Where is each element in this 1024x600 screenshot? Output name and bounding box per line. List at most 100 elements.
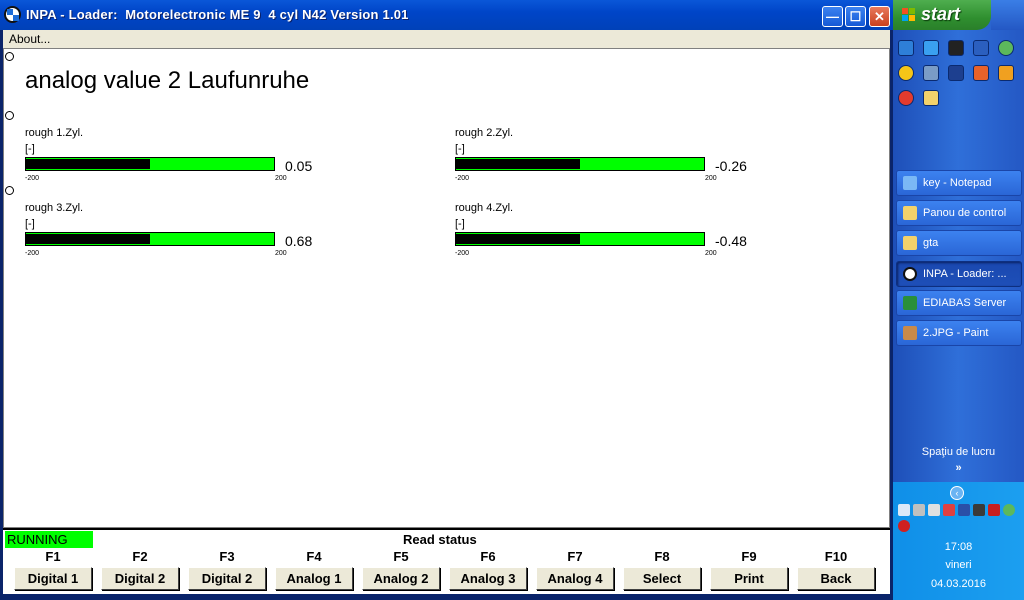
gauge-value: -0.48 — [715, 233, 747, 249]
folder-icon[interactable] — [923, 90, 939, 106]
gauge-bar — [25, 232, 275, 246]
task-paint[interactable]: 2.JPG - Paint — [896, 320, 1022, 346]
tray-collapse-icon[interactable]: ‹ — [950, 486, 964, 500]
gauge-fill — [456, 159, 580, 169]
taskbar-top-strip — [991, 0, 1024, 30]
clock-day: vineri — [945, 559, 972, 571]
running-indicator: RUNNING — [5, 531, 93, 548]
media-player-icon[interactable] — [948, 65, 964, 81]
task-panou-de-control[interactable]: Panou de control — [896, 200, 1022, 226]
task-label: key - Notepad — [923, 177, 992, 189]
security-shield-icon[interactable] — [898, 520, 910, 532]
analog-1-button[interactable]: Analog 1 — [275, 567, 353, 590]
print-button[interactable]: Print — [710, 567, 788, 590]
gauge-bar — [455, 232, 705, 246]
task-gta[interactable]: gta — [896, 230, 1022, 256]
start-button[interactable]: start — [893, 0, 991, 30]
analog-4-button[interactable]: Analog 4 — [536, 567, 614, 590]
gauge-unit: [-] — [455, 218, 465, 230]
fkey-f8: F8 Select — [623, 548, 701, 592]
gauge-max: 200 — [705, 250, 717, 257]
chevron-down-icon[interactable]: » — [893, 462, 1024, 474]
section-marker-icon — [5, 52, 14, 61]
help-icon[interactable] — [928, 504, 940, 516]
usb-icon[interactable] — [958, 504, 970, 516]
word-icon[interactable] — [973, 40, 989, 56]
status-text: Read status — [403, 532, 477, 547]
explorer-icon[interactable] — [923, 65, 939, 81]
ediabas-icon — [903, 296, 917, 310]
close-button[interactable]: ✕ — [869, 6, 890, 27]
bmw-icon[interactable] — [4, 6, 21, 23]
folder-icon — [903, 236, 917, 250]
workspace-label[interactable]: Spaţiu de lucru — [893, 446, 1024, 458]
minimize-button[interactable]: — — [822, 6, 843, 27]
fkey-f7: F7 Analog 4 — [536, 548, 614, 592]
gauge-value: 0.68 — [285, 233, 313, 249]
bitdefender-icon[interactable] — [988, 504, 1000, 516]
paint-icon — [903, 326, 917, 340]
network-icon[interactable] — [898, 504, 910, 516]
back-button[interactable]: Back — [797, 567, 875, 590]
kmplayer-icon[interactable] — [973, 65, 989, 81]
task-label: Panou de control — [923, 207, 1007, 219]
title-bar[interactable]: INPA - Loader: Motorelectronic ME 9 4 cy… — [0, 0, 893, 30]
chrome-icon[interactable] — [898, 90, 914, 106]
antivirus-icon[interactable] — [943, 504, 955, 516]
gauge-label: rough 1.Zyl. — [25, 127, 84, 139]
utorrent-icon[interactable] — [1003, 504, 1015, 516]
analog-3-button[interactable]: Analog 3 — [449, 567, 527, 590]
clock-date: 04.03.2016 — [930, 578, 987, 590]
gauge-bar — [25, 157, 275, 171]
inpa-window: INPA - Loader: Motorelectronic ME 9 4 cy… — [0, 0, 893, 600]
gauge-unit: [-] — [455, 143, 465, 155]
maximize-icon: ☐ — [849, 9, 862, 24]
utorrent-icon[interactable] — [998, 40, 1014, 56]
task-label: EDIABAS Server — [923, 297, 1007, 309]
fkey-label: F9 — [741, 549, 757, 564]
printer-icon[interactable] — [913, 504, 925, 516]
maximize-button[interactable]: ☐ — [845, 6, 866, 27]
gauge-value: -0.26 — [715, 158, 747, 174]
gauge-fill — [456, 234, 580, 244]
gauge-value: 0.05 — [285, 158, 313, 174]
task-notepad[interactable]: key - Notepad — [896, 170, 1022, 196]
task-label: gta — [923, 237, 939, 249]
gauge-rough-cyl-2: rough 2.Zyl. [-] -0.26 -200 200 — [455, 127, 785, 187]
task-inpa-loader[interactable]: INPA - Loader: ... — [896, 261, 1022, 287]
media-icon[interactable] — [948, 40, 964, 56]
fkey-label: F8 — [654, 549, 670, 564]
select-button[interactable]: Select — [623, 567, 701, 590]
fkey-f1: F1 Digital 1 — [14, 548, 92, 592]
minimize-icon: — — [826, 9, 839, 24]
gauge-unit: [-] — [25, 143, 35, 155]
section-marker-icon — [5, 186, 14, 195]
menu-about[interactable]: About... — [9, 32, 50, 46]
clock-time[interactable]: 17:08 — [893, 541, 1024, 553]
gauge-min: -200 — [455, 250, 470, 257]
digital-1-button[interactable]: Digital 1 — [14, 567, 92, 590]
taskbar: start key - Notepad Panou de control gta… — [893, 0, 1024, 600]
fkey-f5: F5 Analog 2 — [362, 548, 440, 592]
task-label: 2.JPG - Paint — [923, 327, 989, 339]
gauge-min: -200 — [25, 250, 40, 257]
gauge-rough-cyl-4: rough 4.Zyl. [-] -0.48 -200 200 — [455, 202, 785, 262]
fkey-label: F7 — [567, 549, 583, 564]
display-icon[interactable] — [973, 504, 985, 516]
window-title: INPA - Loader: Motorelectronic ME 9 4 cy… — [26, 7, 409, 22]
close-icon: ✕ — [874, 9, 885, 24]
gauge-min: -200 — [455, 175, 470, 182]
gauge-max: 200 — [275, 250, 287, 257]
digital-2-button[interactable]: Digital 2 — [101, 567, 179, 590]
messenger-icon[interactable] — [898, 65, 914, 81]
analog-2-button[interactable]: Analog 2 — [362, 567, 440, 590]
gauge-max: 200 — [275, 175, 287, 182]
opera-icon[interactable] — [998, 65, 1014, 81]
digital-2-alt-button[interactable]: Digital 2 — [188, 567, 266, 590]
fkey-label: F5 — [393, 549, 409, 564]
start-label: start — [921, 4, 961, 24]
gauge-bar — [455, 157, 705, 171]
task-ediabas-server[interactable]: EDIABAS Server — [896, 290, 1022, 316]
internet-explorer-icon[interactable] — [923, 40, 939, 56]
settings-icon[interactable] — [898, 40, 914, 56]
